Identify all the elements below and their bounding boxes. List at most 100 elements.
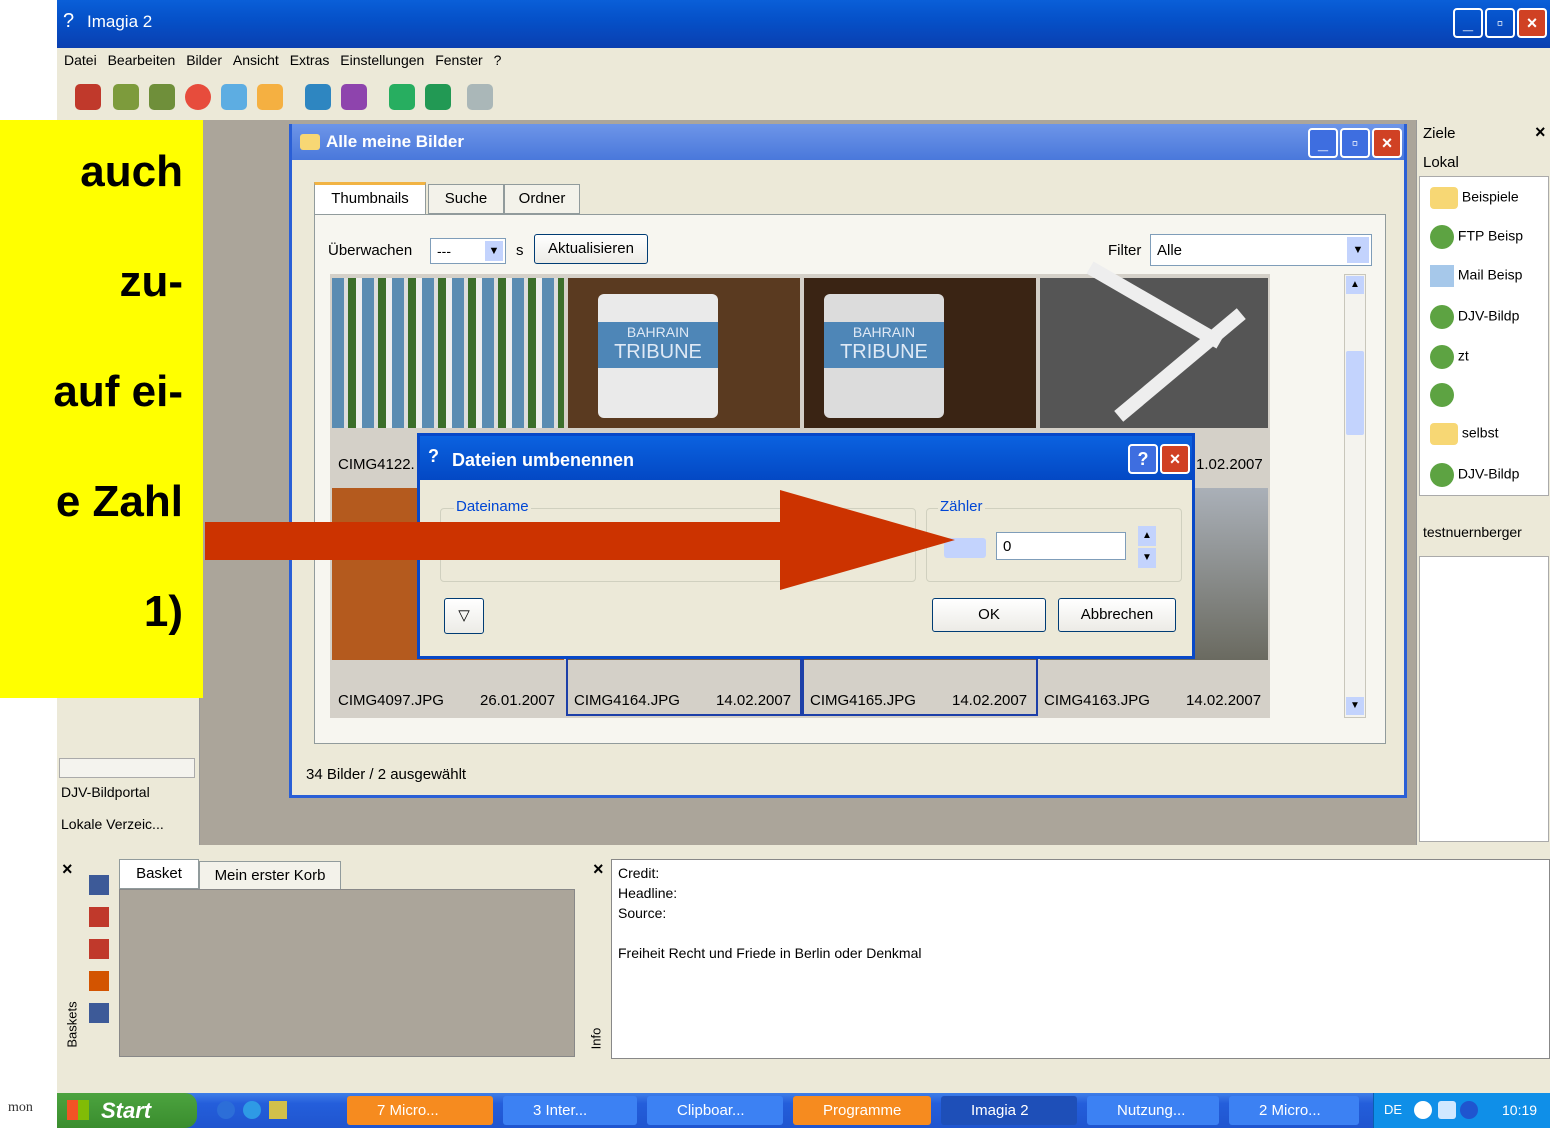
task-nutzung[interactable]: Nutzung... xyxy=(1087,1096,1219,1125)
process2-icon[interactable] xyxy=(149,84,175,110)
chevron-down-icon: ▽ xyxy=(458,607,470,624)
slide-edge-text: mon xyxy=(8,1100,33,1115)
thumbnail-scrollbar[interactable]: ▲ ▼ xyxy=(1344,274,1366,718)
album-close-button[interactable]: × xyxy=(1372,128,1402,158)
target-item[interactable]: DJV-Bildp xyxy=(1430,463,1519,487)
watch-select[interactable]: --- ▼ xyxy=(430,238,506,264)
thumb-name: CIMG4164.JPG xyxy=(574,692,680,709)
target-item[interactable]: DJV-Bildp xyxy=(1430,305,1519,329)
left-item-lokal[interactable]: Lokale Verzeic... xyxy=(61,816,164,832)
ok-button[interactable]: OK xyxy=(932,598,1046,632)
spin-down-icon[interactable]: ▼ xyxy=(1138,548,1156,568)
scroll-down-icon[interactable]: ▼ xyxy=(1346,697,1364,715)
target-item[interactable]: FTP Beisp xyxy=(1430,225,1523,249)
thumb-shelves[interactable] xyxy=(332,278,564,428)
pin-icon[interactable] xyxy=(467,84,493,110)
task-programme[interactable]: Programme xyxy=(793,1096,931,1125)
target-item[interactable]: Mail Beisp xyxy=(1430,265,1522,287)
menu-fenster[interactable]: Fenster xyxy=(435,52,482,68)
start-button[interactable]: Start xyxy=(57,1093,197,1128)
album-title-bar: Alle meine Bilder _ ▫ × xyxy=(292,124,1404,160)
spin-up-icon[interactable]: ▲ xyxy=(1138,526,1156,546)
help-button[interactable]: ? xyxy=(1128,444,1158,474)
outlook-icon[interactable] xyxy=(269,1101,287,1119)
scroll-up-icon[interactable]: ▲ xyxy=(1346,276,1364,294)
dialog-title-bar: ? Dateien umbenennen ? × xyxy=(420,436,1192,480)
upload2-icon[interactable] xyxy=(425,84,451,110)
thumb-mug-1[interactable]: BAHRAIN TRIBUNE xyxy=(568,278,800,428)
target-item[interactable] xyxy=(1430,383,1454,407)
books-icon[interactable] xyxy=(341,84,367,110)
tab-basket[interactable]: Basket xyxy=(119,859,199,889)
task-clipboard[interactable]: Clipboar... xyxy=(647,1096,783,1125)
close-button[interactable]: × xyxy=(1517,8,1547,38)
menu-bearbeiten[interactable]: Bearbeiten xyxy=(108,52,176,68)
counter-input[interactable]: 0 xyxy=(996,532,1126,560)
menu-ansicht[interactable]: Ansicht xyxy=(233,52,279,68)
tools-icon[interactable] xyxy=(305,84,331,110)
color-icon[interactable] xyxy=(185,84,211,110)
thumb-road[interactable] xyxy=(1040,261,1268,428)
mail-icon xyxy=(1430,265,1454,287)
text-icon[interactable] xyxy=(221,84,247,110)
system-tray: DE 10:19 xyxy=(1373,1093,1550,1128)
refresh-button[interactable]: Aktualisieren xyxy=(534,234,648,264)
basket-delete-icon[interactable] xyxy=(89,939,109,959)
info-close-button[interactable]: × xyxy=(593,859,604,880)
process-icon[interactable] xyxy=(113,84,139,110)
basket-export-icon[interactable] xyxy=(89,971,109,991)
left-scrollbar[interactable] xyxy=(59,758,195,778)
callout-line: auf ei- xyxy=(53,367,183,416)
copy-icon[interactable] xyxy=(257,84,283,110)
language-indicator[interactable]: DE xyxy=(1384,1102,1402,1117)
expand-button[interactable]: ▽ xyxy=(444,598,484,634)
menu-extras[interactable]: Extras xyxy=(290,52,330,68)
upload-icon[interactable] xyxy=(389,84,415,110)
tab-thumbnails[interactable]: Thumbnails xyxy=(314,182,426,216)
baskets-close-button[interactable]: × xyxy=(62,859,73,880)
task-inter[interactable]: 3 Inter... xyxy=(503,1096,637,1125)
menu-help[interactable]: ? xyxy=(494,52,502,68)
targets-close-button[interactable]: × xyxy=(1535,122,1546,143)
thumb-mug-2[interactable]: BAHRAIN TRIBUNE xyxy=(804,278,1036,428)
album-maximize-button[interactable]: ▫ xyxy=(1340,128,1370,158)
folder-icon xyxy=(300,134,320,150)
basket-add-icon[interactable] xyxy=(89,875,109,895)
scroll-thumb[interactable] xyxy=(1346,351,1364,435)
target-item[interactable]: zt xyxy=(1430,345,1469,369)
target-item[interactable]: selbst xyxy=(1430,423,1498,445)
import-icon[interactable] xyxy=(75,84,101,110)
task-imagia[interactable]: Imagia 2 xyxy=(941,1096,1077,1125)
targets-title: Ziele xyxy=(1423,125,1456,142)
quicklaunch-icon[interactable] xyxy=(217,1101,235,1119)
left-item-djv[interactable]: DJV-Bildportal xyxy=(61,784,150,800)
basket-copy-icon[interactable] xyxy=(89,1003,109,1023)
cancel-button[interactable]: Abbrechen xyxy=(1058,598,1176,632)
tray-app-icon[interactable] xyxy=(1438,1101,1456,1119)
globe-icon xyxy=(1430,345,1454,369)
menu-bilder[interactable]: Bilder xyxy=(186,52,222,68)
tray-network-icon[interactable] xyxy=(1460,1101,1478,1119)
maximize-button[interactable]: ▫ xyxy=(1485,8,1515,38)
tab-suche[interactable]: Suche xyxy=(428,184,504,214)
album-minimize-button[interactable]: _ xyxy=(1308,128,1338,158)
info-pane: × Info Credit: Headline: Source: Freihei… xyxy=(587,845,1550,1063)
menu-datei[interactable]: Datei xyxy=(64,52,97,68)
tab-mein-erster-korb[interactable]: Mein erster Korb xyxy=(199,861,341,891)
minimize-button[interactable]: _ xyxy=(1453,8,1483,38)
target-item[interactable]: Beispiele xyxy=(1430,187,1519,209)
tab-ordner[interactable]: Ordner xyxy=(504,184,580,214)
app-icon: ? xyxy=(63,10,75,32)
dialog-close-button[interactable]: × xyxy=(1160,444,1190,474)
status-text: 34 Bilder / 2 ausgewählt xyxy=(306,766,467,783)
task-micro[interactable]: 7 Micro... xyxy=(347,1096,493,1125)
basket-remove-icon[interactable] xyxy=(89,907,109,927)
menu-einstellungen[interactable]: Einstellungen xyxy=(340,52,424,68)
filter-select[interactable]: Alle ▼ xyxy=(1150,234,1372,266)
ie-icon[interactable] xyxy=(243,1101,261,1119)
tray-arrow-icon[interactable] xyxy=(1414,1101,1432,1119)
counter-spinner[interactable]: ▲ ▼ xyxy=(1138,526,1156,568)
menu-bar: Datei Bearbeiten Bilder Ansicht Extras E… xyxy=(57,48,1550,76)
globe-icon xyxy=(1430,383,1454,407)
task-word[interactable]: 2 Micro... xyxy=(1229,1096,1359,1125)
